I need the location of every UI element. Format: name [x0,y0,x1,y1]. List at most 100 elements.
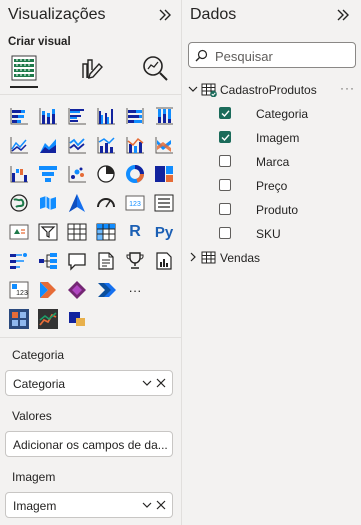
field-checkbox[interactable] [219,179,231,191]
data-pane: Dados CadastroProdutos ··· Categoria Ima… [182,0,361,525]
chevron-visual-icon[interactable] [95,279,117,301]
search-input[interactable] [213,46,355,66]
chevron-right-icon[interactable] [188,252,198,262]
remove-field-icon[interactable] [156,378,166,388]
kpi-icon[interactable] [8,221,30,243]
key-influencers-icon[interactable] [8,250,30,272]
svg-text:123: 123 [129,201,141,208]
qa-icon[interactable] [66,250,88,272]
build-visual-label: Criar visual [8,36,71,48]
well-categoria-value: Categoria [13,377,66,391]
collapse-pane-icon[interactable] [335,8,351,22]
line-and-column-chart-icon[interactable] [95,134,117,156]
stacked-column-chart-icon[interactable] [37,105,59,127]
treemap-icon[interactable] [153,163,175,185]
table-name: Vendas [220,251,261,265]
line-chart-icon[interactable] [8,134,30,156]
table-vendas[interactable]: Vendas [182,247,361,269]
r-visual-icon[interactable]: R [124,221,146,243]
matrix-icon[interactable] [95,221,117,243]
divider [0,337,181,338]
table-icon[interactable] [66,221,88,243]
r-visual-label: R [129,223,141,240]
field-label: Categoria [256,107,309,121]
chevron-down-icon[interactable] [142,501,152,509]
field-row[interactable]: Categoria [182,103,361,125]
collapse-pane-icon[interactable] [157,8,173,22]
scatter-chart-icon[interactable] [66,163,88,185]
slicer-icon[interactable] [37,221,59,243]
clustered-bar-chart-icon[interactable] [66,105,88,127]
stacked-bar-chart-icon[interactable] [8,105,30,127]
table-cadastroprodutos[interactable]: CadastroProdutos ··· [182,79,361,101]
field-row[interactable]: Preço [182,175,361,197]
field-checkbox[interactable] [219,227,231,239]
more-options-icon[interactable]: ··· [340,81,355,95]
line-and-clustered-column-chart-icon[interactable] [124,134,146,156]
azure-map-icon[interactable] [66,192,88,214]
ribbon-chart-icon[interactable] [153,134,175,156]
field-row[interactable]: SKU [182,223,361,245]
paginated-report-icon[interactable] [153,250,175,272]
divider [0,94,181,95]
100-stacked-column-chart-icon[interactable] [153,105,175,127]
field-checkbox[interactable] [219,131,231,143]
custom-visual-chart-icon[interactable] [37,308,59,330]
power-automate-flow-icon[interactable] [66,279,88,301]
decomposition-tree-icon[interactable] [37,250,59,272]
search-icon [195,49,208,62]
chevron-down-icon[interactable] [142,379,152,387]
field-checkbox[interactable] [219,107,231,119]
field-checkbox[interactable] [219,203,231,215]
power-apps-icon[interactable]: 123 [8,279,30,301]
data-title: Dados [190,6,237,23]
power-automate-icon[interactable] [37,279,59,301]
field-row[interactable]: Produto [182,199,361,221]
format-visual-icon [82,59,103,79]
field-row[interactable]: Marca [182,151,361,173]
visualizations-title: Visualizações [8,6,106,23]
card-icon[interactable]: 123 [124,192,146,214]
python-visual-icon[interactable]: Py [153,221,175,243]
donut-chart-icon[interactable] [124,163,146,185]
clustered-column-chart-icon[interactable] [95,105,117,127]
more-visuals-icon[interactable]: ··· [124,279,146,301]
filled-map-icon[interactable] [37,192,59,214]
well-heading-categoria: Categoria [12,348,65,362]
tab-build-visual[interactable] [8,52,40,88]
multi-row-card-icon[interactable] [153,192,175,214]
100-stacked-bar-chart-icon[interactable] [124,105,146,127]
remove-field-icon[interactable] [156,500,166,510]
field-label: Imagem [256,131,300,145]
well-categoria[interactable]: Categoria [5,370,173,396]
pie-chart-icon[interactable] [95,163,117,185]
well-valores-placeholder: Adicionar os campos de da... [13,438,168,452]
tab-analytics[interactable] [139,52,171,84]
field-label: Preço [256,179,288,193]
well-valores[interactable]: Adicionar os campos de da... [5,431,173,457]
well-heading-valores: Valores [12,409,52,423]
chevron-down-icon[interactable] [188,84,198,94]
funnel-chart-icon[interactable] [37,163,59,185]
well-imagem-value: Imagem [13,499,57,513]
analytics-icon [143,56,168,81]
stacked-area-chart-icon[interactable] [66,134,88,156]
tab-format-visual[interactable] [74,52,106,84]
waterfall-chart-icon[interactable] [8,163,30,185]
field-label: Produto [256,203,299,217]
area-chart-icon[interactable] [37,134,59,156]
svg-text:123: 123 [16,290,28,297]
gauge-icon[interactable] [95,192,117,214]
metrics-icon[interactable] [124,250,146,272]
custom-visual-image-icon[interactable] [66,308,88,330]
field-label: Marca [256,155,290,169]
well-imagem[interactable]: Imagem [5,492,173,518]
build-visual-icon [11,55,37,81]
field-row[interactable]: Imagem [182,127,361,149]
custom-visual-grid-icon[interactable] [8,308,30,330]
more-visuals-label: ··· [128,282,142,298]
search-box[interactable] [188,42,356,68]
smart-narrative-icon[interactable] [95,250,117,272]
field-checkbox[interactable] [219,155,231,167]
map-icon[interactable] [8,192,30,214]
